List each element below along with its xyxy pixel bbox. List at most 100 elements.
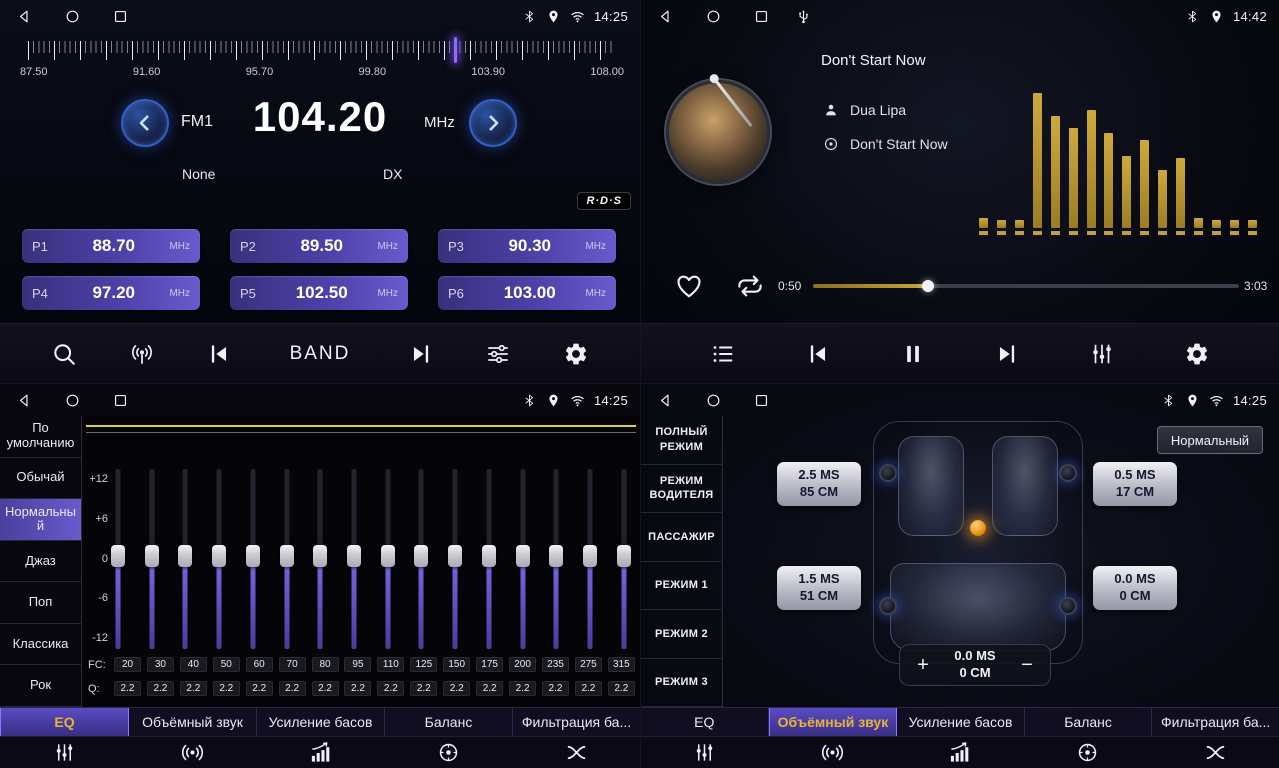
back-icon[interactable]: [16, 8, 33, 25]
tab-balance-icon-cell[interactable]: [1024, 737, 1152, 768]
rear-left-delay-button[interactable]: 1.5 MS 51 CM: [777, 566, 861, 610]
mode-3[interactable]: РЕЖИМ 3: [641, 659, 722, 708]
eq-band-slider[interactable]: [277, 469, 297, 649]
eq-band-slider[interactable]: [344, 469, 364, 649]
listening-position-dot[interactable]: [970, 520, 986, 536]
seek-bar[interactable]: [813, 284, 1239, 288]
tab-balance[interactable]: Баланс: [385, 708, 513, 736]
preset-button-p4[interactable]: P4 97.20 MHz: [22, 276, 200, 310]
tab-bass-icon-cell[interactable]: [256, 737, 384, 768]
eq-band-slider[interactable]: [445, 469, 465, 649]
mode-driver[interactable]: РЕЖИМ ВОДИТЕЛЯ: [641, 465, 722, 514]
eq-band-slider[interactable]: [243, 469, 263, 649]
eq-band-slider[interactable]: [614, 469, 634, 649]
radio-scan-icon[interactable]: [129, 341, 155, 367]
back-icon[interactable]: [657, 392, 674, 409]
tab-surround[interactable]: Объёмный звук: [769, 708, 898, 736]
tab-filter[interactable]: Фильтрация ба...: [513, 708, 640, 736]
pause-icon[interactable]: [900, 341, 926, 367]
recents-icon[interactable]: [112, 392, 129, 409]
eq-preset-pop[interactable]: Поп: [0, 582, 81, 624]
recents-icon[interactable]: [753, 8, 770, 25]
mode-full[interactable]: ПОЛНЫЙ РЕЖИМ: [641, 416, 722, 465]
disc-icon: [823, 136, 839, 152]
playlist-icon[interactable]: [710, 341, 736, 367]
preset-button-p2[interactable]: P2 89.50 MHz: [230, 229, 408, 263]
back-icon[interactable]: [657, 8, 674, 25]
eq-band-slider[interactable]: [108, 469, 128, 649]
band-button[interactable]: BAND: [284, 342, 357, 366]
recents-icon[interactable]: [112, 8, 129, 25]
next-track-icon[interactable]: [994, 341, 1020, 367]
favorite-button[interactable]: [674, 271, 704, 301]
equalizer-icon[interactable]: [1089, 341, 1115, 367]
eq-band-slider[interactable]: [513, 469, 533, 649]
mode-1[interactable]: РЕЖИМ 1: [641, 562, 722, 611]
tab-filter-icon-cell[interactable]: [1151, 737, 1279, 768]
eq-q-values: 2.22.22.22.22.22.22.22.22.22.22.22.22.22…: [114, 681, 640, 696]
eq-preset-jazz[interactable]: Джаз: [0, 541, 81, 583]
tab-bass-boost[interactable]: Усиление басов: [257, 708, 385, 736]
fc-value: 175: [476, 657, 503, 672]
tab-surround-icon-cell[interactable]: [769, 737, 897, 768]
tab-filter[interactable]: Фильтрация ба...: [1152, 708, 1279, 736]
tab-bass-icon-cell[interactable]: [896, 737, 1024, 768]
home-icon[interactable]: [705, 392, 722, 409]
recents-icon[interactable]: [753, 392, 770, 409]
tab-filter-icon-cell[interactable]: [512, 737, 640, 768]
frequency-ruler[interactable]: 87.50 91.60 95.70 99.80 103.90 108.00: [28, 38, 612, 84]
tune-up-button[interactable]: [469, 99, 517, 147]
eq-band-slider[interactable]: [378, 469, 398, 649]
back-icon[interactable]: [16, 392, 33, 409]
repeat-button[interactable]: [735, 271, 765, 301]
settings-gear-icon[interactable]: [563, 341, 589, 367]
front-right-delay-button[interactable]: 0.5 MS 17 CM: [1093, 462, 1177, 506]
eq-band-slider[interactable]: [310, 469, 330, 649]
mode-2[interactable]: РЕЖИМ 2: [641, 610, 722, 659]
eq-preset-custom[interactable]: Обычай: [0, 458, 81, 500]
next-station-icon[interactable]: [408, 341, 434, 367]
eq-band-slider[interactable]: [411, 469, 431, 649]
tab-balance-icon-cell[interactable]: [384, 737, 512, 768]
front-left-delay-button[interactable]: 2.5 MS 85 CM: [777, 462, 861, 506]
eq-band-slider[interactable]: [580, 469, 600, 649]
equalizer-icon[interactable]: [485, 341, 511, 367]
home-icon[interactable]: [64, 8, 81, 25]
preset-button-p5[interactable]: P5 102.50 MHz: [230, 276, 408, 310]
eq-preset-classic[interactable]: Классика: [0, 624, 81, 666]
settings-gear-icon[interactable]: [1184, 341, 1210, 367]
eq-band-slider[interactable]: [209, 469, 229, 649]
rear-right-delay-button[interactable]: 0.0 MS 0 CM: [1093, 566, 1177, 610]
surround-sound-icon: [181, 741, 204, 764]
search-icon[interactable]: [51, 341, 77, 367]
tab-bass-boost[interactable]: Усиление басов: [897, 708, 1025, 736]
preset-button-p3[interactable]: P3 90.30 MHz: [438, 229, 616, 263]
increase-delay-button[interactable]: +: [910, 653, 936, 678]
preset-unit: MHz: [169, 288, 190, 299]
eq-preset-rock[interactable]: Рок: [0, 665, 81, 707]
surround-preset-button[interactable]: Нормальный: [1157, 426, 1263, 454]
eq-band-slider[interactable]: [175, 469, 195, 649]
tab-surround-icon-cell[interactable]: [128, 737, 256, 768]
preset-button-p6[interactable]: P6 103.00 MHz: [438, 276, 616, 310]
mode-passenger[interactable]: ПАССАЖИР: [641, 513, 722, 562]
progress-knob[interactable]: [922, 280, 934, 292]
tab-eq-icon-cell[interactable]: [0, 737, 128, 768]
eq-band-slider[interactable]: [479, 469, 499, 649]
home-icon[interactable]: [705, 8, 722, 25]
decrease-delay-button[interactable]: −: [1014, 653, 1040, 678]
tab-balance[interactable]: Баланс: [1025, 708, 1153, 736]
previous-track-icon[interactable]: [805, 341, 831, 367]
eq-preset-default[interactable]: По умолчанию: [0, 416, 81, 458]
tab-eq[interactable]: EQ: [0, 708, 129, 736]
equalizer-icon: [693, 741, 716, 764]
eq-band-slider[interactable]: [142, 469, 162, 649]
home-icon[interactable]: [64, 392, 81, 409]
tab-surround[interactable]: Объёмный звук: [129, 708, 257, 736]
eq-preset-normal[interactable]: Нормальный: [0, 499, 81, 541]
previous-station-icon[interactable]: [206, 341, 232, 367]
tab-eq-icon-cell[interactable]: [641, 737, 769, 768]
preset-button-p1[interactable]: P1 88.70 MHz: [22, 229, 200, 263]
eq-band-slider[interactable]: [546, 469, 566, 649]
tab-eq[interactable]: EQ: [641, 708, 769, 736]
